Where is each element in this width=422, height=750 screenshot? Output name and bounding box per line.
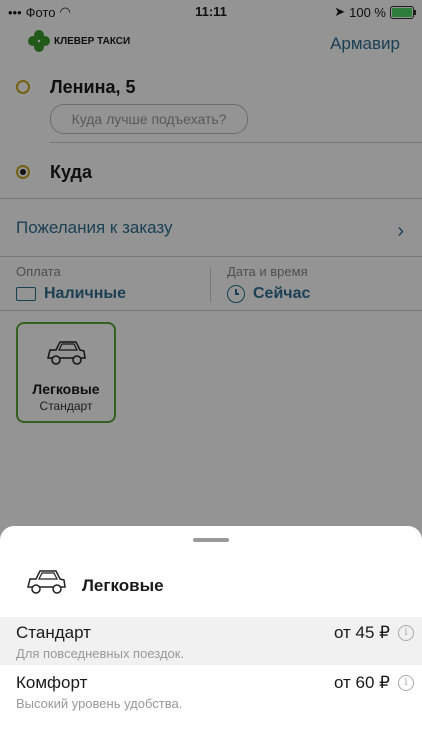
info-icon[interactable]: i [398,625,414,641]
tariff-option-comfort[interactable]: Комфорт Высокий уровень удобства. от 60 … [0,667,422,715]
tariff-option-standard[interactable]: Стандарт Для повседневных поездок. от 45… [0,617,422,665]
option-description: Для повседневных поездок. [16,646,185,661]
car-icon [27,570,66,594]
option-price: от 45 ₽ [333,623,390,642]
option-description: Высокий уровень удобства. [16,696,183,711]
info-icon[interactable]: i [398,675,414,691]
sheet-drag-handle[interactable] [193,538,229,542]
option-name: Стандарт [16,623,91,642]
tariff-bottom-sheet: Легковые Стандарт Для повседневных поезд… [0,526,422,750]
option-price: от 60 ₽ [333,673,390,692]
sheet-title: Легковые [82,576,164,595]
option-name: Комфорт [16,673,88,692]
